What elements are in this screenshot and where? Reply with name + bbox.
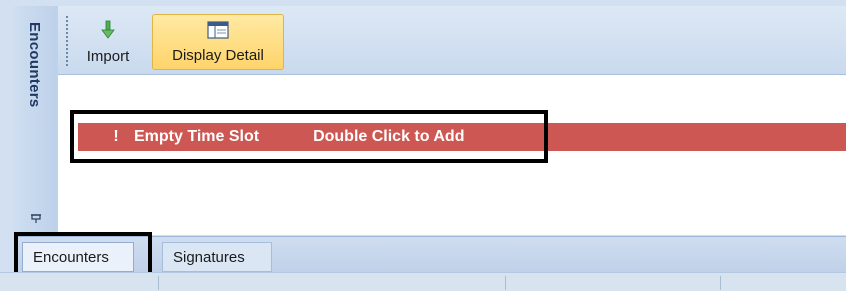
tab-signatures[interactable]: Signatures bbox=[162, 242, 272, 272]
column-divider bbox=[158, 276, 159, 290]
column-divider bbox=[505, 276, 506, 290]
tab-signatures-label: Signatures bbox=[173, 248, 245, 266]
import-arrow-icon bbox=[100, 20, 116, 44]
toolbar: Import Display Detail bbox=[58, 6, 846, 75]
slot-action-hint: Double Click to Add bbox=[313, 128, 465, 145]
import-label: Import bbox=[86, 47, 130, 65]
column-divider bbox=[720, 276, 721, 290]
tab-bar: Encounters Signatures bbox=[14, 236, 846, 273]
side-panel-title: Encounters bbox=[26, 22, 43, 108]
display-detail-label: Display Detail bbox=[172, 46, 264, 64]
import-button[interactable]: Import bbox=[72, 14, 144, 70]
display-detail-button[interactable]: Display Detail bbox=[152, 14, 284, 70]
tab-encounters[interactable]: Encounters bbox=[22, 242, 134, 272]
tab-encounters-label: Encounters bbox=[33, 248, 109, 266]
display-detail-icon bbox=[207, 20, 229, 43]
alert-icon: ! bbox=[113, 128, 119, 145]
pin-icon[interactable] bbox=[30, 210, 42, 223]
empty-time-slot-row[interactable]: ! Empty Time Slot Double Click to Add bbox=[78, 123, 846, 151]
toolbar-grip[interactable] bbox=[66, 16, 68, 66]
schedule-area: ! Empty Time Slot Double Click to Add bbox=[58, 75, 846, 235]
slot-title: Empty Time Slot bbox=[134, 128, 260, 145]
